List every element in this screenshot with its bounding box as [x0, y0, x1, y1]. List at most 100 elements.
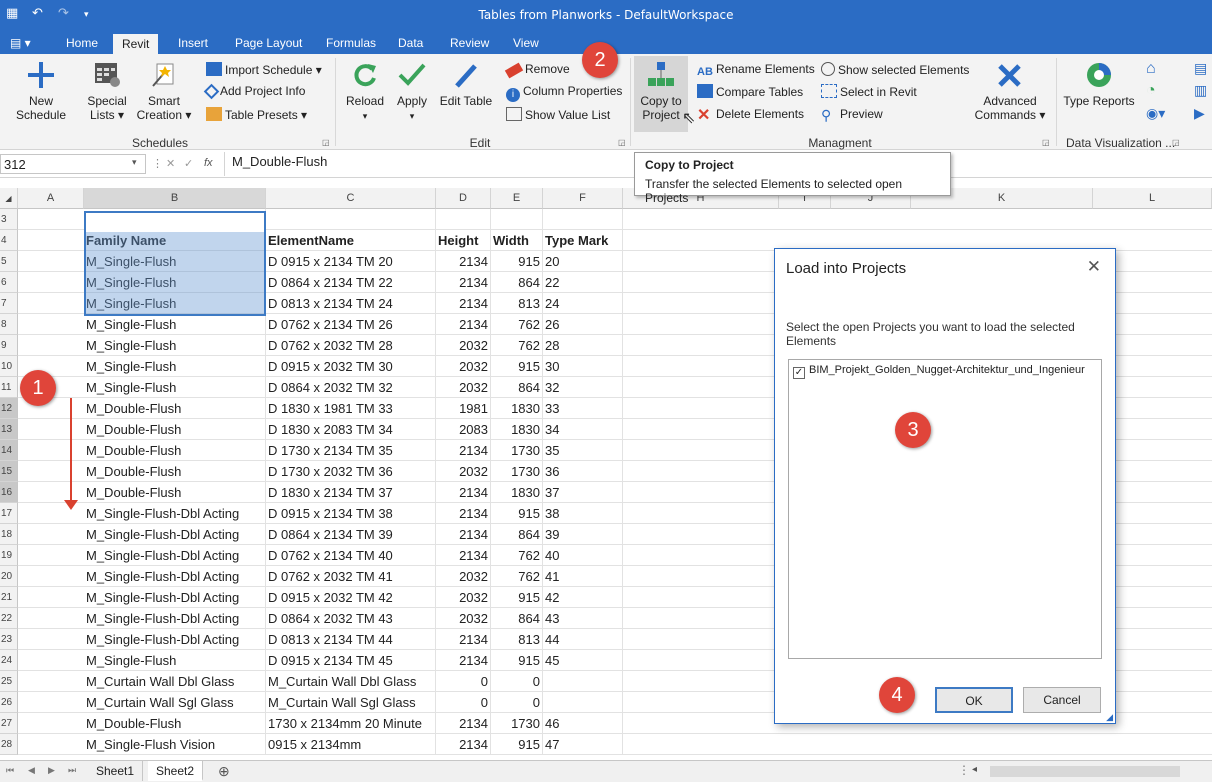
- scroll-left-icon[interactable]: ◂: [972, 764, 977, 775]
- project-checkbox[interactable]: ✓: [793, 367, 805, 379]
- cell-b[interactable]: M_Single-Flush: [84, 314, 266, 335]
- report-icon[interactable]: ▤: [1194, 60, 1207, 77]
- cell-f[interactable]: 35: [543, 440, 623, 461]
- cell-c[interactable]: D 0813 x 2134 TM 44: [266, 629, 436, 650]
- type-reports-button[interactable]: Type Reports: [1060, 60, 1138, 108]
- row-header[interactable]: 6: [0, 272, 18, 293]
- table-presets-button[interactable]: Table Presets ▾: [206, 107, 307, 122]
- project-list-item[interactable]: ✓ BIM_Projekt_Golden_Nugget-Architektur_u…: [793, 364, 1085, 379]
- cell-c[interactable]: D 0762 x 2032 TM 41: [266, 566, 436, 587]
- sheet-tab-sheet1[interactable]: Sheet1: [88, 761, 144, 781]
- cell-f[interactable]: 44: [543, 629, 623, 650]
- add-sheet-icon[interactable]: ⊕: [218, 763, 230, 780]
- cell-c[interactable]: [266, 209, 436, 230]
- cell-e[interactable]: 1730: [491, 461, 543, 482]
- cell-e[interactable]: 813: [491, 629, 543, 650]
- cell-c[interactable]: M_Curtain Wall Dbl Glass: [266, 671, 436, 692]
- row-header[interactable]: 11: [0, 377, 18, 398]
- row-header[interactable]: 4: [0, 230, 18, 251]
- new-schedule-button[interactable]: New Schedule: [4, 60, 78, 122]
- row-header[interactable]: 25: [0, 671, 18, 692]
- cell-f[interactable]: 26: [543, 314, 623, 335]
- export-icon[interactable]: ▶: [1194, 105, 1205, 122]
- cell-f[interactable]: 39: [543, 524, 623, 545]
- tab-revit[interactable]: Revit: [113, 34, 159, 54]
- cell-e[interactable]: 762: [491, 314, 543, 335]
- column-properties-button[interactable]: i Column Properties: [506, 84, 622, 102]
- cell-e[interactable]: 864: [491, 524, 543, 545]
- select-all-corner[interactable]: ◢: [0, 188, 18, 209]
- remove-button[interactable]: Remove: [504, 62, 570, 79]
- smart-creation-button[interactable]: Smart Creation ▾: [136, 60, 192, 122]
- confirm-entry-icon[interactable]: ✓: [184, 157, 193, 170]
- edit-launcher-icon[interactable]: ◲: [618, 138, 626, 147]
- cell-e[interactable]: [491, 209, 543, 230]
- cell-f[interactable]: 47: [543, 734, 623, 755]
- cell-e[interactable]: 1830: [491, 419, 543, 440]
- name-box[interactable]: 312: [0, 154, 146, 174]
- cell-d[interactable]: 2134: [436, 293, 491, 314]
- cell-d[interactable]: 2032: [436, 461, 491, 482]
- cell-d[interactable]: 0: [436, 692, 491, 713]
- scroll-divider-icon[interactable]: ⋮: [958, 763, 970, 777]
- cell-e[interactable]: 864: [491, 608, 543, 629]
- cell-b[interactable]: M_Single-Flush-Dbl Acting: [84, 545, 266, 566]
- cell-f[interactable]: 45: [543, 650, 623, 671]
- cell-d[interactable]: 2032: [436, 608, 491, 629]
- cell-f[interactable]: [543, 692, 623, 713]
- cell-c[interactable]: D 0915 x 2134 TM 38: [266, 503, 436, 524]
- column-header-e[interactable]: E: [491, 188, 543, 209]
- cell-d[interactable]: Height: [436, 230, 491, 251]
- cell-e[interactable]: 1730: [491, 713, 543, 734]
- cell-d[interactable]: 2083: [436, 419, 491, 440]
- cell-f[interactable]: 22: [543, 272, 623, 293]
- rename-elements-button[interactable]: AB Rename Elements: [697, 62, 815, 80]
- row-header[interactable]: 8: [0, 314, 18, 335]
- reload-button[interactable]: Reload ▾: [342, 60, 388, 123]
- cell-c[interactable]: D 0762 x 2134 TM 40: [266, 545, 436, 566]
- column-header-d[interactable]: D: [436, 188, 491, 209]
- row-header[interactable]: 7: [0, 293, 18, 314]
- cell-d[interactable]: 2134: [436, 650, 491, 671]
- tab-page-layout[interactable]: Page Layout: [235, 36, 302, 50]
- cell-c[interactable]: D 0864 x 2134 TM 39: [266, 524, 436, 545]
- cell-b[interactable]: M_Single-Flush: [84, 272, 266, 293]
- copy-to-project-button[interactable]: Copy to Project: [634, 56, 688, 132]
- preview-button[interactable]: ⚲ Preview: [821, 107, 883, 122]
- cell-b[interactable]: M_Single-Flush: [84, 377, 266, 398]
- chart-options-icon[interactable]: ◉▾: [1146, 105, 1165, 122]
- row-header[interactable]: 15: [0, 461, 18, 482]
- cell-f[interactable]: 32: [543, 377, 623, 398]
- cell-c[interactable]: D 0864 x 2032 TM 43: [266, 608, 436, 629]
- row-header[interactable]: 14: [0, 440, 18, 461]
- cell-c[interactable]: ElementName: [266, 230, 436, 251]
- cell-b[interactable]: M_Single-Flush-Dbl Acting: [84, 524, 266, 545]
- cell-b[interactable]: M_Double-Flush: [84, 398, 266, 419]
- cell-c[interactable]: D 0864 x 2032 TM 32: [266, 377, 436, 398]
- next-sheet-icon[interactable]: ▶: [48, 765, 55, 776]
- cell-f[interactable]: 28: [543, 335, 623, 356]
- show-selected-elements-button[interactable]: Show selected Elements: [821, 62, 969, 77]
- cell-c[interactable]: D 1830 x 2134 TM 37: [266, 482, 436, 503]
- first-sheet-icon[interactable]: ⏮: [6, 765, 14, 776]
- cell-b[interactable]: M_Curtain Wall Dbl Glass: [84, 671, 266, 692]
- tab-home[interactable]: Home: [66, 36, 98, 50]
- home-icon[interactable]: ⌂: [1146, 60, 1156, 78]
- cell-e[interactable]: 1830: [491, 482, 543, 503]
- cell-c[interactable]: D 0915 x 2032 TM 30: [266, 356, 436, 377]
- add-project-info-button[interactable]: Add Project Info: [203, 83, 305, 100]
- cell-e[interactable]: 864: [491, 377, 543, 398]
- cell-b[interactable]: M_Double-Flush: [84, 461, 266, 482]
- cell-e[interactable]: 1730: [491, 440, 543, 461]
- columns-icon[interactable]: ▥: [1194, 82, 1207, 99]
- cell-f[interactable]: 41: [543, 566, 623, 587]
- row-header[interactable]: 5: [0, 251, 18, 272]
- cell-d[interactable]: 2134: [436, 251, 491, 272]
- cell-d[interactable]: 2032: [436, 377, 491, 398]
- cell-d[interactable]: 0: [436, 671, 491, 692]
- cell-f[interactable]: [543, 671, 623, 692]
- row-header[interactable]: 23: [0, 629, 18, 650]
- column-header-l[interactable]: L: [1093, 188, 1212, 209]
- column-header-b[interactable]: B: [84, 188, 266, 209]
- cell-d[interactable]: 2032: [436, 587, 491, 608]
